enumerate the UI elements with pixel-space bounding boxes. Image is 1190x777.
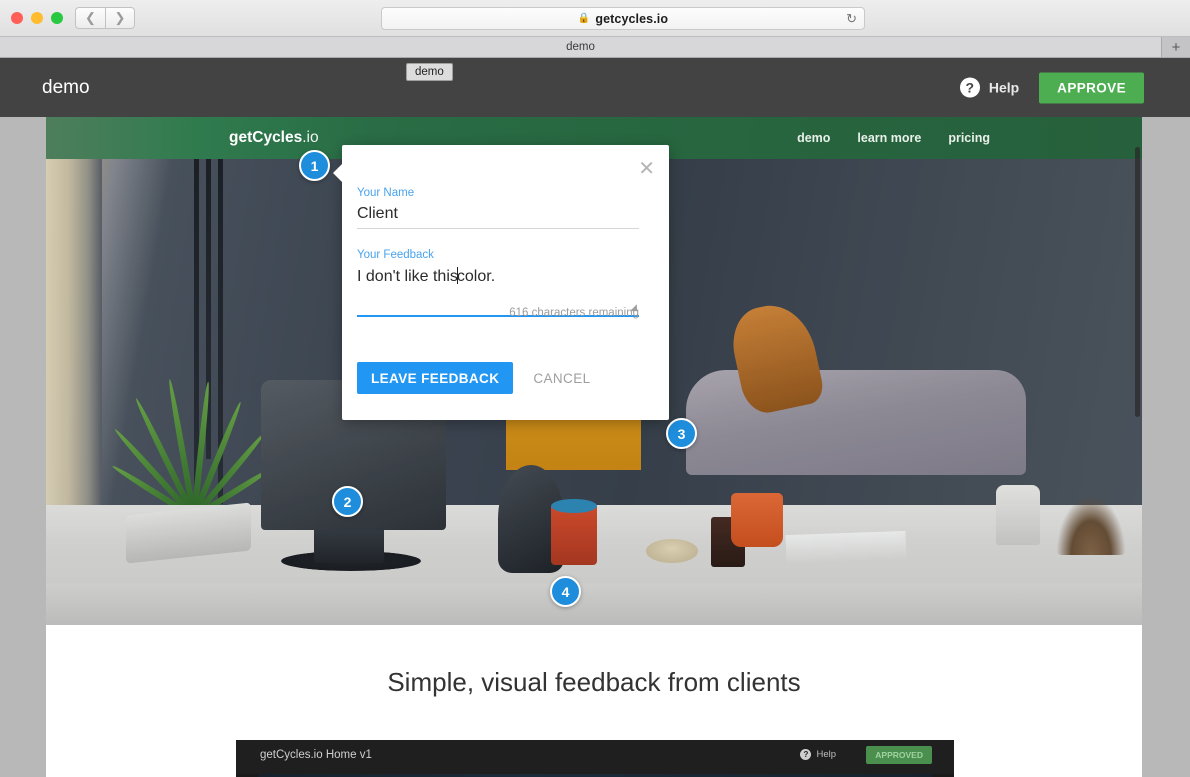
tab-strip: demo + — [0, 37, 1190, 58]
question-mark-icon: ? — [800, 749, 812, 760]
nested-title: getCycles.io Home v1 — [260, 749, 372, 761]
site-nav-item-pricing[interactable]: pricing — [948, 131, 990, 145]
close-icon[interactable]: ✕ — [638, 159, 655, 179]
site-nav: demo learn more pricing — [797, 131, 990, 145]
app-root: ❮ ❯ 🔒 getcycles.io ↻ demo + demo ? Help … — [0, 0, 1190, 777]
new-tab-button[interactable]: + — [1162, 37, 1190, 57]
name-field-group: Your Name Client — [357, 187, 639, 229]
name-field-label: Your Name — [357, 187, 415, 199]
site-logo[interactable]: getCycles.io — [229, 129, 319, 147]
marker-pin-4[interactable]: 4 — [550, 576, 581, 607]
cancel-button[interactable]: CANCEL — [523, 362, 600, 394]
nested-help-label: Help — [816, 749, 836, 760]
marker-pin-4-label: 4 — [561, 583, 570, 600]
nested-screenshot: getCycles.io Home v1 ? Help APPROVED get… — [236, 740, 954, 777]
feedback-modal: ✕ Your Name Client Your Feedback I don't… — [333, 145, 669, 420]
marker-pin-3-label: 3 — [677, 425, 686, 442]
feedback-text-before-caret: I don't like this — [357, 268, 458, 285]
approve-button[interactable]: APPROVE — [1039, 72, 1144, 103]
browser-chrome: ❮ ❯ 🔒 getcycles.io ↻ — [0, 0, 1190, 37]
site-nav-item-demo[interactable]: demo — [797, 131, 830, 145]
minimize-window-button[interactable] — [31, 12, 43, 24]
help-label: Help — [988, 79, 1020, 96]
forward-icon[interactable]: ❯ — [105, 7, 135, 29]
tooltip: demo — [406, 63, 453, 81]
back-icon[interactable]: ❮ — [75, 7, 105, 29]
app-bar-actions: ? Help APPROVE — [959, 72, 1144, 103]
marker-pin-1[interactable]: 1 — [299, 150, 330, 181]
nested-app-bar: getCycles.io Home v1 ? Help APPROVED — [236, 740, 954, 774]
name-input[interactable]: Client — [357, 199, 639, 229]
marker-pin-1-label: 1 — [310, 157, 319, 174]
section-title: Simple, visual feedback from clients — [387, 667, 801, 697]
marker-pin-3[interactable]: 3 — [666, 418, 697, 449]
leave-feedback-button[interactable]: LEAVE FEEDBACK — [357, 362, 514, 394]
nested-help-button: ? Help — [800, 749, 836, 760]
navigation-buttons: ❮ ❯ — [75, 7, 135, 29]
character-counter: 616 characters remaining — [509, 307, 639, 319]
tab-label: demo — [566, 41, 595, 53]
app-bar: demo ? Help APPROVE — [0, 58, 1190, 117]
modal-actions: LEAVE FEEDBACK CANCEL — [357, 362, 601, 394]
marker-pin-2-label: 2 — [343, 493, 352, 510]
help-button[interactable]: ? Help — [959, 77, 1020, 98]
close-window-button[interactable] — [11, 12, 23, 24]
maximize-window-button[interactable] — [51, 12, 63, 24]
tab-demo[interactable]: demo — [0, 37, 1162, 57]
feedback-field-label: Your Feedback — [357, 249, 434, 261]
features-section: Simple, visual feedback from clients get… — [46, 625, 1142, 777]
address-bar[interactable]: 🔒 getcycles.io ↻ — [381, 7, 865, 30]
marker-pin-2[interactable]: 2 — [332, 486, 363, 517]
feedback-field-group: Your Feedback I don't like thiscolor. ◢ … — [357, 249, 639, 319]
nested-approved-badge: APPROVED — [866, 746, 932, 764]
reload-icon[interactable]: ↻ — [846, 11, 857, 27]
question-mark-icon: ? — [959, 77, 980, 98]
feedback-text-after-caret: color. — [456, 268, 496, 285]
site-logo-bold: getCycles — [229, 129, 303, 146]
modal-pointer — [333, 163, 343, 183]
url-text: getcycles.io — [595, 11, 669, 26]
lock-icon: 🔒 — [577, 13, 591, 24]
page-title: demo — [42, 76, 90, 98]
preview-scrollbar[interactable] — [1135, 147, 1140, 417]
site-nav-item-learn-more[interactable]: learn more — [857, 131, 921, 145]
window-traffic-lights — [11, 12, 63, 24]
site-logo-light: .io — [302, 129, 319, 146]
